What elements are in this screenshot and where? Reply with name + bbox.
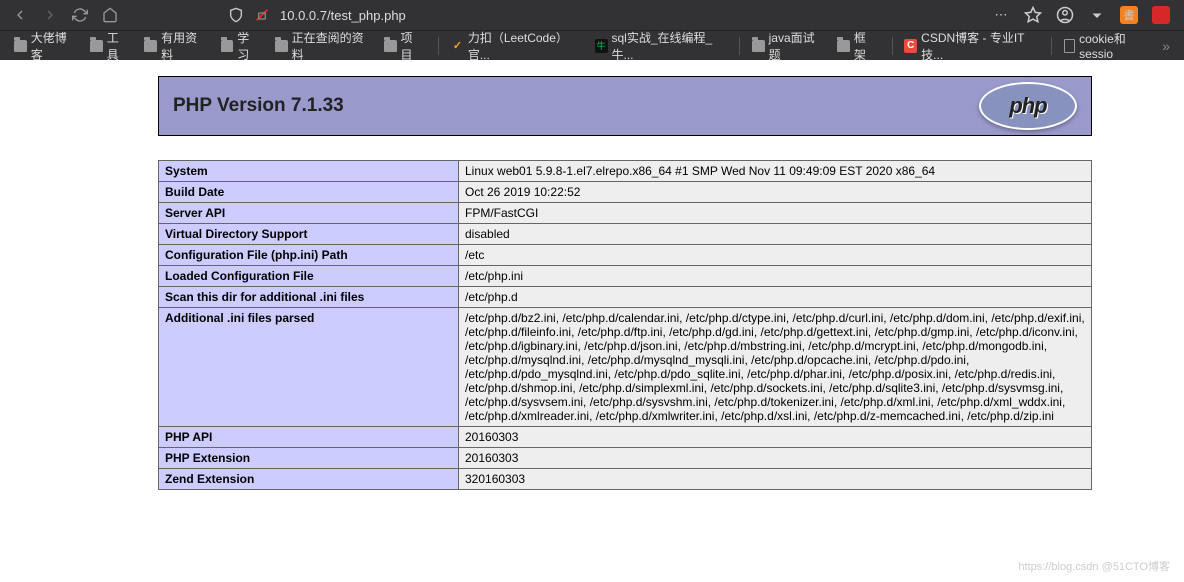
bookmark-label: 大佬博客: [31, 29, 74, 63]
bookmarks-bar: 大佬博客工具有用资料学习正在查阅的资料项目 ✓ 力扣（LeetCode）官... 牛s…: [0, 30, 1184, 60]
config-value: /etc/php.ini: [459, 266, 1092, 287]
config-value: Oct 26 2019 10:22:52: [459, 182, 1092, 203]
bookmark-item[interactable]: 工具: [84, 26, 134, 66]
account-icon[interactable]: [1056, 6, 1074, 24]
table-row: Scan this dir for additional .ini files/…: [159, 287, 1092, 308]
bookmark-item[interactable]: ✓ 力扣（LeetCode）官...: [445, 26, 585, 66]
folder-icon: [275, 40, 288, 52]
bookmark-item[interactable]: 牛 sql实战_在线编程_牛...: [589, 26, 729, 66]
php-logo: php: [979, 82, 1077, 130]
leetcode-icon: ✓: [451, 39, 464, 53]
table-row: SystemLinux web01 5.9.8-1.el7.elrepo.x86…: [159, 161, 1092, 182]
bookmarks-overflow-icon[interactable]: »: [1162, 38, 1170, 54]
config-value: /etc: [459, 245, 1092, 266]
bookmark-item[interactable]: 正在查阅的资料: [269, 26, 374, 66]
watermark: https://blog.csdn @51CTO博客: [1018, 558, 1170, 574]
bookmark-label: CSDN博客 - 专业IT技...: [921, 29, 1035, 63]
home-button[interactable]: [98, 3, 122, 27]
config-key: System: [159, 161, 459, 182]
address-bar[interactable]: 10.0.0.7/test_php.php: [128, 7, 992, 23]
config-key: Zend Extension: [159, 469, 459, 490]
config-value: /etc/php.d/bz2.ini, /etc/php.d/calendar.…: [459, 308, 1092, 427]
config-key: Scan this dir for additional .ini files: [159, 287, 459, 308]
reload-button[interactable]: [68, 3, 92, 27]
more-icon[interactable]: ⋯: [992, 6, 1010, 24]
bookmark-item[interactable]: 学习: [215, 26, 265, 66]
config-key: PHP Extension: [159, 448, 459, 469]
back-button[interactable]: [8, 3, 32, 27]
config-key: Additional .ini files parsed: [159, 308, 459, 427]
star-icon[interactable]: [1024, 6, 1042, 24]
extension-icon-2[interactable]: [1152, 6, 1170, 24]
table-row: PHP API20160303: [159, 427, 1092, 448]
config-value: 320160303: [459, 469, 1092, 490]
forward-button[interactable]: [38, 3, 62, 27]
table-row: Build DateOct 26 2019 10:22:52: [159, 182, 1092, 203]
bookmark-label: sql实战_在线编程_牛...: [612, 29, 724, 63]
table-row: PHP Extension20160303: [159, 448, 1092, 469]
folder-icon: [384, 40, 397, 52]
bookmark-label: cookie和sessio: [1079, 30, 1152, 61]
folder-icon: [837, 40, 850, 52]
bookmark-label: 学习: [237, 29, 259, 63]
bookmark-item[interactable]: 项目: [378, 26, 428, 66]
table-row: Additional .ini files parsed/etc/php.d/b…: [159, 308, 1092, 427]
bookmark-label: 有用资料: [161, 29, 204, 63]
bookmark-label: 力扣（LeetCode）官...: [468, 29, 579, 63]
bookmark-item[interactable]: 有用资料: [138, 26, 210, 66]
config-key: Server API: [159, 203, 459, 224]
page-content: PHP Version 7.1.33 php SystemLinux web01…: [0, 60, 1184, 490]
config-key: Build Date: [159, 182, 459, 203]
config-value: Linux web01 5.9.8-1.el7.elrepo.x86_64 #1…: [459, 161, 1092, 182]
shield-icon[interactable]: [228, 7, 244, 23]
insecure-icon[interactable]: [254, 7, 270, 23]
php-logo-text: php: [981, 84, 1075, 128]
bookmark-label: 正在查阅的资料: [292, 29, 368, 63]
folder-icon: [14, 40, 27, 52]
bookmark-label: 项目: [401, 29, 423, 63]
folder-icon: [90, 40, 103, 52]
bookmark-item[interactable]: C CSDN博客 - 专业IT技...: [898, 26, 1041, 66]
folder-icon: [752, 40, 765, 52]
folder-icon: [144, 40, 157, 52]
bookmark-item[interactable]: java面试题: [746, 26, 827, 66]
bookmark-item[interactable]: cookie和sessio: [1058, 27, 1158, 64]
table-row: Zend Extension320160303: [159, 469, 1092, 490]
download-indicator-icon[interactable]: [1088, 6, 1106, 24]
bookmark-label: 框架: [854, 29, 876, 63]
nowcoder-icon: 牛: [595, 39, 608, 53]
bookmark-item[interactable]: 大佬博客: [8, 26, 80, 66]
config-value: 20160303: [459, 448, 1092, 469]
folder-icon: [221, 40, 234, 52]
toolbar-right: ⋯ 書: [992, 6, 1176, 24]
config-value: disabled: [459, 224, 1092, 245]
php-version-title: PHP Version 7.1.33: [173, 95, 344, 117]
bookmark-label: java面试题: [769, 29, 822, 63]
config-value: 20160303: [459, 427, 1092, 448]
config-key: Virtual Directory Support: [159, 224, 459, 245]
config-key: Configuration File (php.ini) Path: [159, 245, 459, 266]
config-key: Loaded Configuration File: [159, 266, 459, 287]
phpinfo-header: PHP Version 7.1.33 php: [158, 76, 1092, 136]
config-value: FPM/FastCGI: [459, 203, 1092, 224]
table-row: Configuration File (php.ini) Path/etc: [159, 245, 1092, 266]
bookmark-item[interactable]: 框架: [831, 26, 881, 66]
config-value: /etc/php.d: [459, 287, 1092, 308]
config-key: PHP API: [159, 427, 459, 448]
phpinfo-table: SystemLinux web01 5.9.8-1.el7.elrepo.x86…: [158, 160, 1092, 490]
table-row: Virtual Directory Supportdisabled: [159, 224, 1092, 245]
table-row: Server APIFPM/FastCGI: [159, 203, 1092, 224]
bookmark-label: 工具: [107, 29, 129, 63]
table-row: Loaded Configuration File/etc/php.ini: [159, 266, 1092, 287]
page-icon: [1064, 39, 1075, 53]
csdn-icon: C: [904, 39, 917, 53]
extension-icon-1[interactable]: 書: [1120, 6, 1138, 24]
url-text: 10.0.0.7/test_php.php: [280, 8, 406, 23]
